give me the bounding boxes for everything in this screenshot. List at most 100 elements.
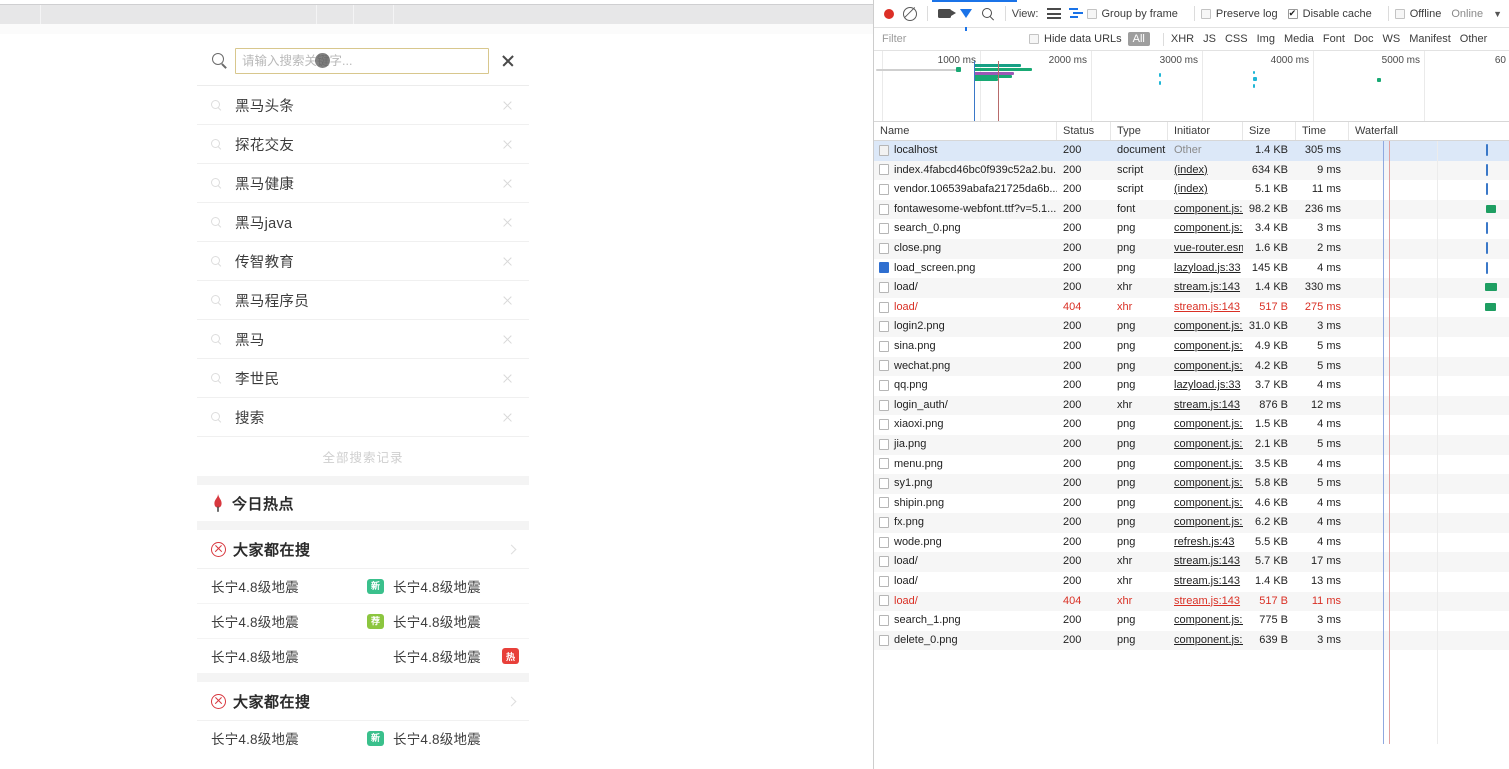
table-row[interactable]: vendor.106539abafa21725da6b... 200 script (… [874,180,1509,200]
initiator-link[interactable]: stream.js:143 [1174,595,1240,607]
column-header-status[interactable]: Status [1057,122,1111,140]
chevron-right-icon[interactable] [506,544,517,554]
table-row[interactable]: close.png 200 png vue-router.esm... 1.6 KB 2 … [874,238,1509,259]
network-overview-timeline[interactable]: 1000 ms 2000 ms 3000 ms 4000 ms 5000 ms … [874,51,1509,122]
request-name-cell[interactable]: load/ [874,592,1057,611]
delete-icon[interactable] [501,410,515,424]
initiator-link[interactable]: component.js:171 [1174,438,1243,450]
request-name-cell[interactable]: qq.png [874,376,1057,395]
request-name-cell[interactable]: shipin.png [874,494,1057,513]
request-name-cell[interactable]: index.4fabcd46bc0f939c52a2.bu... [874,161,1057,180]
hot-item[interactable]: 新 长宁4.8级地震 [363,721,529,755]
initiator-link[interactable]: component.js:171 [1174,203,1243,215]
throttling-select[interactable]: Online [1451,8,1483,20]
request-initiator[interactable]: component.js:171 [1168,317,1243,336]
chevron-down-icon[interactable]: ▼ [1493,9,1502,19]
initiator-link[interactable]: (index) [1174,183,1208,195]
request-name-cell[interactable]: load/ [874,298,1057,317]
initiator-link[interactable]: component.js:171 [1174,360,1243,372]
request-name-cell[interactable]: load/ [874,572,1057,591]
chevron-right-icon[interactable] [506,696,517,706]
camera-icon[interactable] [934,3,957,25]
initiator-link[interactable]: stream.js:143 [1174,555,1240,567]
table-row[interactable]: 长宁4.8级地震 新 长宁4.8级地震 [197,721,529,755]
table-row[interactable]: load/404 xhr stream.js:143 517 B 275 ms [874,298,1509,318]
hot-item[interactable]: 长宁4.8级地震 [197,721,363,755]
list-item[interactable]: 黑马 [197,320,529,359]
filter-type-font[interactable]: Font [1323,33,1345,45]
request-initiator[interactable]: stream.js:143 [1168,278,1243,297]
request-name-cell[interactable]: localhost [874,141,1057,160]
initiator-link[interactable]: refresh.js:43 [1174,536,1235,548]
filter-type-manifest[interactable]: Manifest [1409,33,1451,45]
initiator-link[interactable]: component.js:171 [1174,634,1243,646]
list-item[interactable]: 李世民 [197,359,529,398]
column-header-initiator[interactable]: Initiator [1168,122,1243,140]
filter-type-img[interactable]: Img [1257,33,1275,45]
table-row[interactable]: login2.png 200 png component.js:171 31.0 KB 3… [874,317,1509,337]
table-row[interactable]: sina.png 200 png component.js:171 4.9 KB 5 ms [874,337,1509,357]
request-initiator[interactable]: component.js:171 [1168,611,1243,630]
request-initiator[interactable]: vue-router.esm... [1168,239,1243,258]
list-item[interactable]: 黑马程序员 [197,281,529,320]
filter-funnel-icon[interactable] [956,3,978,31]
initiator-link[interactable]: component.js:171 [1174,458,1243,470]
list-item[interactable]: 黑马健康 [197,164,529,203]
table-row[interactable]: load/200 xhr stream.js:143 1.4 KB 13 ms [874,572,1509,592]
initiator-link[interactable]: component.js:171 [1174,614,1243,626]
initiator-link[interactable]: component.js:171 [1174,477,1243,489]
request-initiator[interactable]: lazyload.js:33 [1168,259,1243,278]
request-name-cell[interactable]: close.png [874,239,1057,258]
request-initiator[interactable]: stream.js:143 [1168,396,1243,415]
request-initiator[interactable]: component.js:171 [1168,435,1243,454]
request-name-cell[interactable]: fx.png [874,513,1057,532]
request-initiator[interactable]: stream.js:143 [1168,552,1243,571]
delete-icon[interactable] [501,98,515,112]
table-row[interactable]: 长宁4.8级地震 长宁4.8级地震 热 [197,639,529,673]
table-row[interactable]: login_auth/200 xhr stream.js:143 876 B 12 ms [874,395,1509,416]
delete-icon[interactable] [501,293,515,307]
delete-icon[interactable] [501,332,515,346]
disable-cache-checkbox[interactable]: Disable cache [1287,7,1372,20]
initiator-link[interactable]: component.js:171 [1174,222,1243,234]
request-name-cell[interactable]: fontawesome-webfont.ttf?v=5.1... [874,200,1057,219]
delete-icon[interactable] [501,176,515,190]
request-name-cell[interactable]: wode.png [874,533,1057,552]
table-row[interactable]: 长宁4.8级地震 新 长宁4.8级地震 [197,569,529,604]
table-row[interactable]: load/404 xhr stream.js:143 517 B 11 ms [874,591,1509,612]
column-header-name[interactable]: Name [874,122,1057,140]
request-name-cell[interactable]: xiaoxi.png [874,415,1057,434]
request-initiator[interactable]: stream.js:143 [1168,572,1243,591]
table-row[interactable]: load/200 xhr stream.js:143 5.7 KB 17 ms [874,552,1509,573]
network-request-list[interactable]: localhost 200 document Other 1.4 KB 305 ms ind… [874,141,1509,744]
search-input[interactable] [235,47,489,74]
list-item[interactable]: 黑马头条 [197,86,529,125]
request-name-cell[interactable]: login_auth/ [874,396,1057,415]
table-row[interactable]: jia.png 200 png component.js:171 2.1 KB 5 ms [874,434,1509,455]
table-row[interactable]: shipin.png 200 png component.js:171 4.6 KB 4 … [874,494,1509,514]
table-row[interactable]: xiaoxi.png 200 png component.js:171 1.5 KB 4 … [874,415,1509,435]
request-initiator[interactable]: component.js:171 [1168,455,1243,474]
request-initiator[interactable]: stream.js:143 [1168,298,1243,317]
initiator-link[interactable]: lazyload.js:33 [1174,262,1241,274]
filter-type-other[interactable]: Other [1460,33,1488,45]
filter-type-xhr[interactable]: XHR [1171,33,1194,45]
list-view-icon[interactable] [1043,3,1065,25]
hot-item[interactable]: 长宁4.8级地震 [197,569,363,603]
initiator-link[interactable]: component.js:171 [1174,320,1243,332]
request-name-cell[interactable]: jia.png [874,435,1057,454]
filter-type-ws[interactable]: WS [1382,33,1400,45]
filter-type-css[interactable]: CSS [1225,33,1248,45]
initiator-link[interactable]: stream.js:143 [1174,281,1240,293]
request-initiator[interactable]: refresh.js:43 [1168,533,1243,552]
table-row[interactable]: 长宁4.8级地震 荐 长宁4.8级地震 [197,604,529,639]
initiator-link[interactable]: stream.js:143 [1174,399,1240,411]
request-name-cell[interactable]: delete_0.png [874,631,1057,650]
request-initiator[interactable]: component.js:171 [1168,494,1243,513]
request-initiator[interactable]: component.js:171 [1168,474,1243,493]
filter-type-media[interactable]: Media [1284,33,1314,45]
request-name-cell[interactable]: load/ [874,278,1057,297]
waterfall-view-icon[interactable] [1065,3,1087,25]
column-header-size[interactable]: Size [1243,122,1296,140]
initiator-link[interactable]: lazyload.js:33 [1174,379,1241,391]
